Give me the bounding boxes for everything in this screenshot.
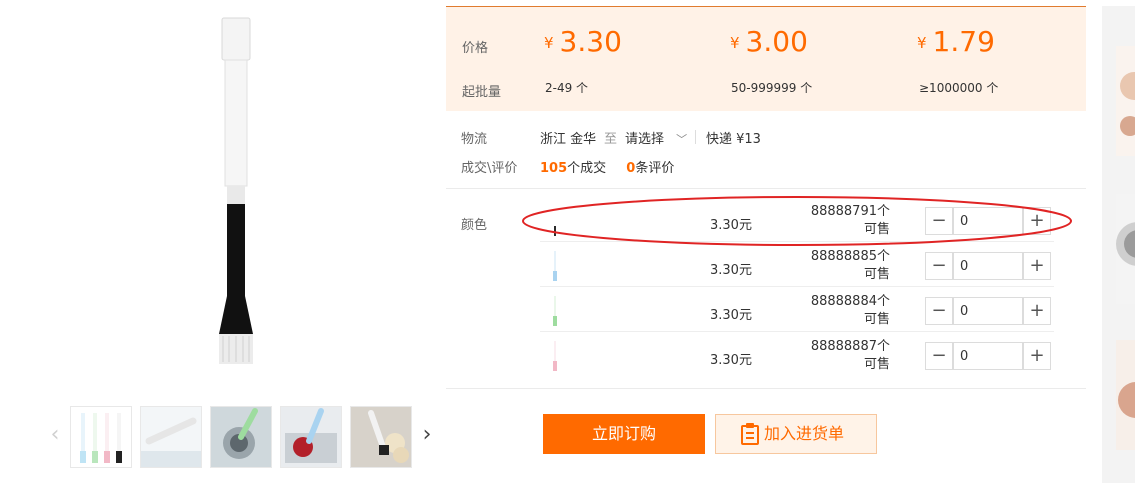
logistics-row: 物流: [461, 128, 487, 147]
divider: [446, 388, 1086, 389]
recommendation-strip: [1102, 6, 1135, 483]
sku-thumbnail: [553, 251, 557, 281]
minus-button[interactable]: −: [925, 342, 953, 370]
plus-button[interactable]: +: [1023, 252, 1051, 280]
thumbnail-5[interactable]: [350, 406, 412, 468]
logistics-to: 至: [604, 132, 618, 147]
sku-row: 3.30元 88888884个可售 − +: [540, 288, 1054, 332]
minus-button[interactable]: −: [925, 207, 953, 235]
price-label: 价格: [462, 41, 489, 56]
thumbnail-strip: ‹ ›: [46, 404, 438, 468]
sku-thumbnail: [553, 341, 557, 371]
range-tier-3: ≥1000000 个: [919, 81, 999, 95]
sku-row: 3.30元 88888885个可售 − +: [540, 243, 1054, 287]
review-count[interactable]: 0: [626, 161, 635, 176]
sku-stock: 88888885个可售: [810, 249, 890, 282]
divider: [695, 130, 696, 144]
destination-value: 请选择: [625, 132, 665, 147]
sku-thumbnail: [553, 296, 557, 326]
plus-button[interactable]: +: [1023, 342, 1051, 370]
sku-row: 3.30元 88888791个可售 − +: [540, 198, 1054, 242]
chevron-down-icon: ﹀: [676, 133, 688, 146]
recommendation-thumbnail[interactable]: [1116, 46, 1135, 156]
sku-stock: 88888791个可售: [810, 204, 890, 237]
add-to-cart-button[interactable]: 加入进货单: [715, 414, 877, 454]
sku-thumbnail: [554, 226, 556, 236]
plus-button[interactable]: +: [1023, 207, 1051, 235]
chevron-right-icon[interactable]: ›: [418, 422, 436, 448]
sku-price: 3.30元: [710, 218, 752, 233]
price-tier-1: ¥3.30: [544, 25, 622, 58]
quantity-input[interactable]: [953, 252, 1023, 280]
price-panel: 价格 起批量 ¥3.30 2-49 个 ¥3.00 50-999999 个 ¥1…: [446, 6, 1086, 111]
review-suffix[interactable]: 条评价: [635, 161, 674, 176]
quantity-input[interactable]: [953, 342, 1023, 370]
price-tier-2: ¥3.00: [730, 25, 808, 58]
recommendation-thumbnail[interactable]: [1116, 340, 1135, 450]
quantity-input[interactable]: [953, 297, 1023, 325]
sku-price: 3.30元: [710, 353, 752, 368]
shipping-fee: 快递 ¥13: [706, 132, 761, 147]
quantity-input[interactable]: [953, 207, 1023, 235]
sku-row: 3.30元 88888887个可售 − +: [540, 333, 1054, 377]
row-divider: [540, 241, 1054, 242]
clipboard-icon: [741, 423, 759, 445]
sku-stock: 88888884个可售: [810, 294, 890, 327]
logistics-label: 物流: [461, 132, 488, 147]
sku-price: 3.30元: [710, 263, 752, 278]
range-tier-1: 2-49 个: [545, 81, 589, 95]
sku-stock: 88888887个可售: [810, 339, 890, 372]
order-now-button[interactable]: 立即订购: [543, 414, 705, 454]
moq-label: 起批量: [462, 85, 502, 100]
deal-count: 105: [540, 161, 568, 176]
price-tier-3: ¥1.79: [917, 25, 995, 58]
deal-suffix: 个成交: [567, 161, 607, 176]
deals-summary: 105个成交 0条评价: [540, 157, 674, 176]
quantity-stepper: − +: [925, 252, 1051, 280]
chevron-left-icon[interactable]: ‹: [46, 422, 64, 448]
row-divider: [540, 286, 1054, 287]
logistics-origin: 浙江 金华: [540, 132, 597, 147]
quantity-stepper: − +: [925, 342, 1051, 370]
row-divider: [540, 331, 1054, 332]
minus-button[interactable]: −: [925, 252, 953, 280]
color-label: 颜色: [461, 218, 488, 233]
thumbnail-1[interactable]: [70, 406, 132, 468]
recommendation-thumbnail[interactable]: [1116, 194, 1135, 304]
quantity-stepper: − +: [925, 297, 1051, 325]
thumbnail-3[interactable]: [210, 406, 272, 468]
thumbnail-4[interactable]: [280, 406, 342, 468]
divider: [446, 188, 1086, 189]
sku-price: 3.30元: [710, 308, 752, 323]
destination-select[interactable]: 请选择 ﹀: [625, 128, 687, 147]
plus-button[interactable]: +: [1023, 297, 1051, 325]
add-to-cart-label: 加入进货单: [764, 424, 845, 443]
deals-label: 成交\评价: [461, 161, 518, 176]
thumbnail-2[interactable]: [140, 406, 202, 468]
range-tier-2: 50-999999 个: [731, 81, 813, 95]
minus-button[interactable]: −: [925, 297, 953, 325]
quantity-stepper: − +: [925, 207, 1051, 235]
